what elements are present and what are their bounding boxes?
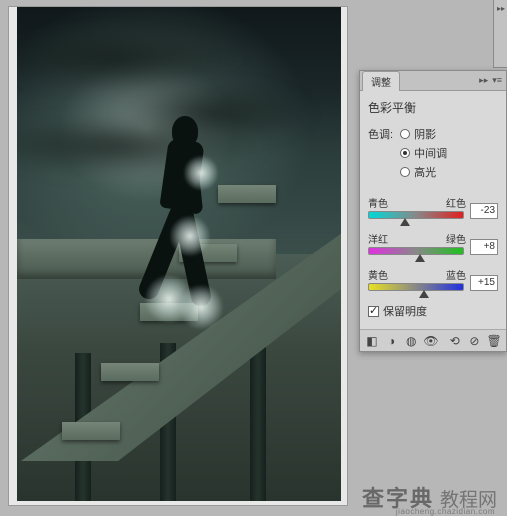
panel-tab-bar: 调整 ▸▸ ▾≡ [360, 71, 506, 91]
checkbox-icon [368, 306, 379, 317]
slider-yellow-blue: 黄色 蓝色 +15 [368, 267, 498, 291]
slider-thumb[interactable] [419, 290, 429, 298]
reset-icon[interactable]: ⊘ [467, 333, 483, 349]
panel-footer: ◧ ◑ ◍ 👁 ⟲ ⊘ 🗑 [360, 329, 506, 351]
trash-icon[interactable]: 🗑 [486, 333, 502, 349]
slider-thumb[interactable] [400, 218, 410, 226]
radio-shadows[interactable]: 阴影 [400, 126, 447, 142]
flyout-menu-icon[interactable]: ▾≡ [492, 75, 502, 86]
slider-track[interactable] [368, 283, 464, 291]
clip-layer-icon[interactable]: ◍ [403, 333, 419, 349]
slider-left-label: 洋红 [368, 231, 388, 246]
slider-magenta-green: 洋红 绿色 +8 [368, 231, 498, 255]
checkbox-label: 保留明度 [383, 303, 427, 319]
radio-highlights[interactable]: 高光 [400, 164, 447, 180]
image-preview [17, 7, 341, 501]
slider-cyan-red: 青色 红色 -23 [368, 195, 498, 219]
chevrons-icon[interactable]: ▸▸ [479, 75, 488, 86]
tone-radio-group: 色调: 阴影 中间调 高光 [368, 126, 498, 183]
radio-label: 阴影 [414, 126, 436, 142]
toggle-layer-icon[interactable]: ◧ [364, 333, 380, 349]
slider-right-label: 蓝色 [446, 267, 466, 282]
preserve-luminosity-checkbox[interactable]: 保留明度 [368, 303, 498, 319]
slider-thumb[interactable] [415, 254, 425, 262]
radio-icon [400, 148, 410, 158]
panel-title: 色彩平衡 [368, 99, 498, 116]
slider-track[interactable] [368, 211, 464, 219]
slider-right-label: 绿色 [446, 231, 466, 246]
previous-state-icon[interactable]: ⟲ [447, 333, 463, 349]
slider-left-label: 青色 [368, 195, 388, 210]
canvas-area [8, 6, 348, 506]
radio-midtones[interactable]: 中间调 [400, 145, 447, 161]
radio-icon [400, 129, 410, 139]
adjustments-panel: 调整 ▸▸ ▾≡ 色彩平衡 色调: 阴影 中间调 高光 [359, 70, 507, 352]
slider-track[interactable] [368, 247, 464, 255]
slider-left-label: 黄色 [368, 267, 388, 282]
eye-icon[interactable]: 👁 [423, 333, 439, 349]
tone-label: 色调: [368, 126, 393, 142]
slider-value-input[interactable]: +15 [470, 275, 498, 291]
collapse-arrow-icon: ▸▸ [497, 4, 505, 13]
view-previous-icon[interactable]: ◑ [384, 333, 400, 349]
slider-value-input[interactable]: +8 [470, 239, 498, 255]
tab-adjustments[interactable]: 调整 [362, 71, 400, 91]
radio-label: 高光 [414, 164, 436, 180]
slider-right-label: 红色 [446, 195, 466, 210]
radio-icon [400, 167, 410, 177]
slider-value-input[interactable]: -23 [470, 203, 498, 219]
radio-label: 中间调 [414, 145, 447, 161]
panel-dock-strip[interactable]: ▸▸ [493, 0, 507, 68]
